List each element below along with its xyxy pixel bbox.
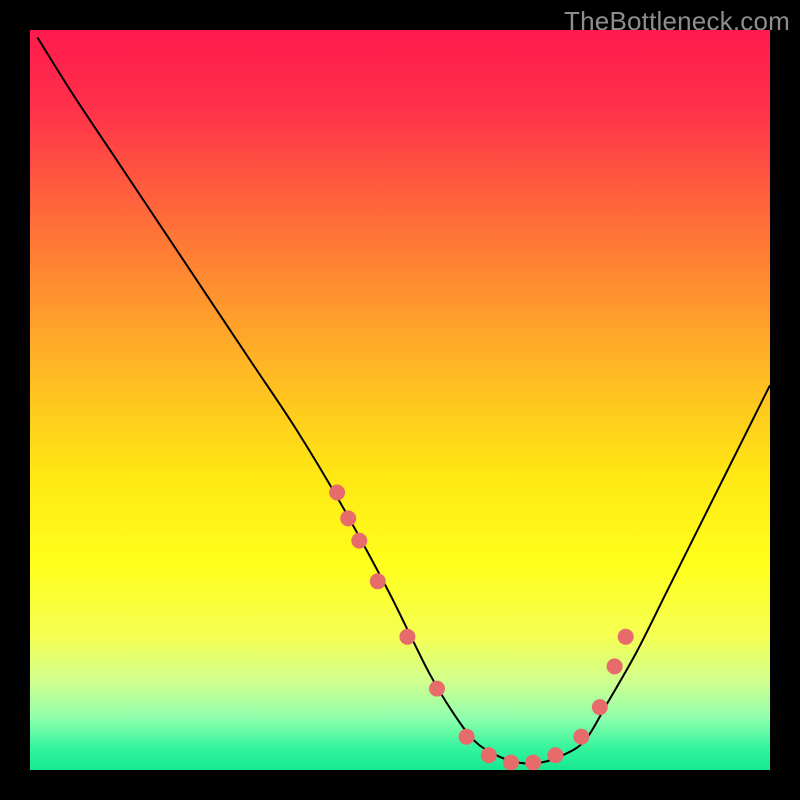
chart-svg — [30, 30, 770, 770]
chart-container: TheBottleneck.com — [0, 0, 800, 800]
highlight-marker — [459, 729, 475, 745]
highlight-marker — [547, 747, 563, 763]
highlight-marker — [618, 629, 634, 645]
highlight-marker — [573, 729, 589, 745]
highlight-marker — [399, 629, 415, 645]
highlight-marker — [607, 658, 623, 674]
highlight-marker — [329, 485, 345, 501]
highlight-marker — [525, 755, 541, 770]
highlight-marker — [503, 755, 519, 770]
highlight-marker — [481, 747, 497, 763]
highlight-marker — [370, 573, 386, 589]
highlight-marker — [429, 681, 445, 697]
gradient-background — [30, 30, 770, 770]
highlight-marker — [592, 699, 608, 715]
highlight-marker — [351, 533, 367, 549]
highlight-marker — [340, 510, 356, 526]
